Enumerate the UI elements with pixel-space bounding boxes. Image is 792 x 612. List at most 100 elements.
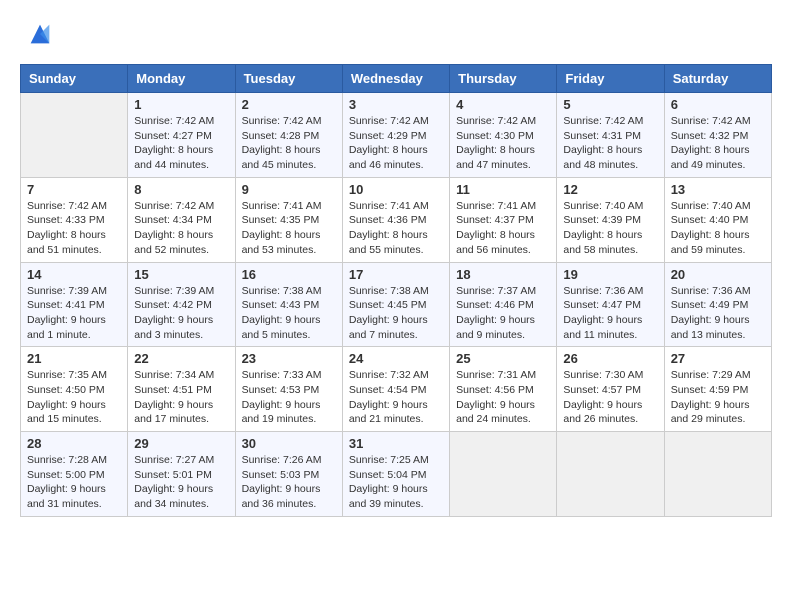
sunset-text: Sunset: 4:32 PM [671, 130, 749, 142]
calendar-week-5: 28 Sunrise: 7:28 AM Sunset: 5:00 PM Dayl… [21, 432, 772, 517]
sunset-text: Sunset: 4:40 PM [671, 214, 749, 226]
sunrise-text: Sunrise: 7:27 AM [134, 454, 214, 466]
cell-content: Sunrise: 7:42 AM Sunset: 4:30 PM Dayligh… [456, 114, 550, 173]
cell-content: Sunrise: 7:41 AM Sunset: 4:36 PM Dayligh… [349, 199, 443, 258]
daylight-text: Daylight: 9 hours and 9 minutes. [456, 314, 535, 341]
calendar-cell: 14 Sunrise: 7:39 AM Sunset: 4:41 PM Dayl… [21, 262, 128, 347]
sunset-text: Sunset: 5:03 PM [242, 469, 320, 481]
sunset-text: Sunset: 4:56 PM [456, 384, 534, 396]
cell-content: Sunrise: 7:41 AM Sunset: 4:37 PM Dayligh… [456, 199, 550, 258]
daylight-text: Daylight: 9 hours and 5 minutes. [242, 314, 321, 341]
sunrise-text: Sunrise: 7:42 AM [134, 115, 214, 127]
calendar-header: SundayMondayTuesdayWednesdayThursdayFrid… [21, 65, 772, 93]
day-header-monday: Monday [128, 65, 235, 93]
sunset-text: Sunset: 4:27 PM [134, 130, 212, 142]
cell-content: Sunrise: 7:42 AM Sunset: 4:31 PM Dayligh… [563, 114, 657, 173]
day-number: 13 [671, 182, 765, 197]
daylight-text: Daylight: 9 hours and 31 minutes. [27, 483, 106, 510]
calendar-cell: 6 Sunrise: 7:42 AM Sunset: 4:32 PM Dayli… [664, 93, 771, 178]
cell-content: Sunrise: 7:36 AM Sunset: 4:47 PM Dayligh… [563, 284, 657, 343]
day-number: 17 [349, 267, 443, 282]
sunrise-text: Sunrise: 7:40 AM [563, 200, 643, 212]
daylight-text: Daylight: 8 hours and 56 minutes. [456, 229, 535, 256]
cell-content: Sunrise: 7:30 AM Sunset: 4:57 PM Dayligh… [563, 368, 657, 427]
sunrise-text: Sunrise: 7:39 AM [134, 285, 214, 297]
day-number: 31 [349, 436, 443, 451]
calendar-cell: 26 Sunrise: 7:30 AM Sunset: 4:57 PM Dayl… [557, 347, 664, 432]
day-number: 28 [27, 436, 121, 451]
daylight-text: Daylight: 8 hours and 45 minutes. [242, 144, 321, 171]
day-number: 1 [134, 97, 228, 112]
day-number: 19 [563, 267, 657, 282]
calendar-cell [664, 432, 771, 517]
sunset-text: Sunset: 4:57 PM [563, 384, 641, 396]
sunset-text: Sunset: 4:47 PM [563, 299, 641, 311]
calendar-cell: 7 Sunrise: 7:42 AM Sunset: 4:33 PM Dayli… [21, 177, 128, 262]
cell-content: Sunrise: 7:32 AM Sunset: 4:54 PM Dayligh… [349, 368, 443, 427]
sunrise-text: Sunrise: 7:33 AM [242, 369, 322, 381]
day-number: 10 [349, 182, 443, 197]
cell-content: Sunrise: 7:42 AM Sunset: 4:33 PM Dayligh… [27, 199, 121, 258]
calendar-cell: 24 Sunrise: 7:32 AM Sunset: 4:54 PM Dayl… [342, 347, 449, 432]
day-number: 24 [349, 351, 443, 366]
calendar-cell: 23 Sunrise: 7:33 AM Sunset: 4:53 PM Dayl… [235, 347, 342, 432]
day-number: 16 [242, 267, 336, 282]
calendar-cell: 5 Sunrise: 7:42 AM Sunset: 4:31 PM Dayli… [557, 93, 664, 178]
daylight-text: Daylight: 9 hours and 29 minutes. [671, 399, 750, 426]
daylight-text: Daylight: 8 hours and 52 minutes. [134, 229, 213, 256]
sunrise-text: Sunrise: 7:32 AM [349, 369, 429, 381]
day-header-wednesday: Wednesday [342, 65, 449, 93]
day-number: 22 [134, 351, 228, 366]
daylight-text: Daylight: 8 hours and 53 minutes. [242, 229, 321, 256]
day-number: 12 [563, 182, 657, 197]
day-number: 14 [27, 267, 121, 282]
calendar-table: SundayMondayTuesdayWednesdayThursdayFrid… [20, 64, 772, 517]
daylight-text: Daylight: 9 hours and 13 minutes. [671, 314, 750, 341]
sunset-text: Sunset: 4:29 PM [349, 130, 427, 142]
sunset-text: Sunset: 4:34 PM [134, 214, 212, 226]
day-number: 11 [456, 182, 550, 197]
cell-content: Sunrise: 7:36 AM Sunset: 4:49 PM Dayligh… [671, 284, 765, 343]
day-number: 23 [242, 351, 336, 366]
daylight-text: Daylight: 9 hours and 36 minutes. [242, 483, 321, 510]
day-header-friday: Friday [557, 65, 664, 93]
sunset-text: Sunset: 4:51 PM [134, 384, 212, 396]
daylight-text: Daylight: 8 hours and 48 minutes. [563, 144, 642, 171]
cell-content: Sunrise: 7:41 AM Sunset: 4:35 PM Dayligh… [242, 199, 336, 258]
cell-content: Sunrise: 7:33 AM Sunset: 4:53 PM Dayligh… [242, 368, 336, 427]
cell-content: Sunrise: 7:34 AM Sunset: 4:51 PM Dayligh… [134, 368, 228, 427]
sunset-text: Sunset: 4:50 PM [27, 384, 105, 396]
sunset-text: Sunset: 4:35 PM [242, 214, 320, 226]
daylight-text: Daylight: 9 hours and 17 minutes. [134, 399, 213, 426]
sunrise-text: Sunrise: 7:41 AM [349, 200, 429, 212]
sunset-text: Sunset: 4:28 PM [242, 130, 320, 142]
calendar-week-4: 21 Sunrise: 7:35 AM Sunset: 4:50 PM Dayl… [21, 347, 772, 432]
sunrise-text: Sunrise: 7:34 AM [134, 369, 214, 381]
page-header [20, 20, 772, 48]
sunrise-text: Sunrise: 7:36 AM [563, 285, 643, 297]
calendar-cell: 22 Sunrise: 7:34 AM Sunset: 4:51 PM Dayl… [128, 347, 235, 432]
calendar-cell [450, 432, 557, 517]
calendar-cell: 9 Sunrise: 7:41 AM Sunset: 4:35 PM Dayli… [235, 177, 342, 262]
sunrise-text: Sunrise: 7:37 AM [456, 285, 536, 297]
sunrise-text: Sunrise: 7:42 AM [349, 115, 429, 127]
daylight-text: Daylight: 8 hours and 51 minutes. [27, 229, 106, 256]
day-number: 18 [456, 267, 550, 282]
calendar-cell: 2 Sunrise: 7:42 AM Sunset: 4:28 PM Dayli… [235, 93, 342, 178]
sunset-text: Sunset: 4:39 PM [563, 214, 641, 226]
cell-content: Sunrise: 7:42 AM Sunset: 4:29 PM Dayligh… [349, 114, 443, 173]
daylight-text: Daylight: 9 hours and 7 minutes. [349, 314, 428, 341]
sunset-text: Sunset: 4:46 PM [456, 299, 534, 311]
sunset-text: Sunset: 5:00 PM [27, 469, 105, 481]
calendar-week-1: 1 Sunrise: 7:42 AM Sunset: 4:27 PM Dayli… [21, 93, 772, 178]
sunrise-text: Sunrise: 7:38 AM [349, 285, 429, 297]
sunset-text: Sunset: 4:41 PM [27, 299, 105, 311]
day-number: 20 [671, 267, 765, 282]
sunset-text: Sunset: 4:37 PM [456, 214, 534, 226]
daylight-text: Daylight: 8 hours and 49 minutes. [671, 144, 750, 171]
cell-content: Sunrise: 7:40 AM Sunset: 4:40 PM Dayligh… [671, 199, 765, 258]
day-number: 5 [563, 97, 657, 112]
daylight-text: Daylight: 8 hours and 44 minutes. [134, 144, 213, 171]
sunrise-text: Sunrise: 7:41 AM [456, 200, 536, 212]
cell-content: Sunrise: 7:26 AM Sunset: 5:03 PM Dayligh… [242, 453, 336, 512]
